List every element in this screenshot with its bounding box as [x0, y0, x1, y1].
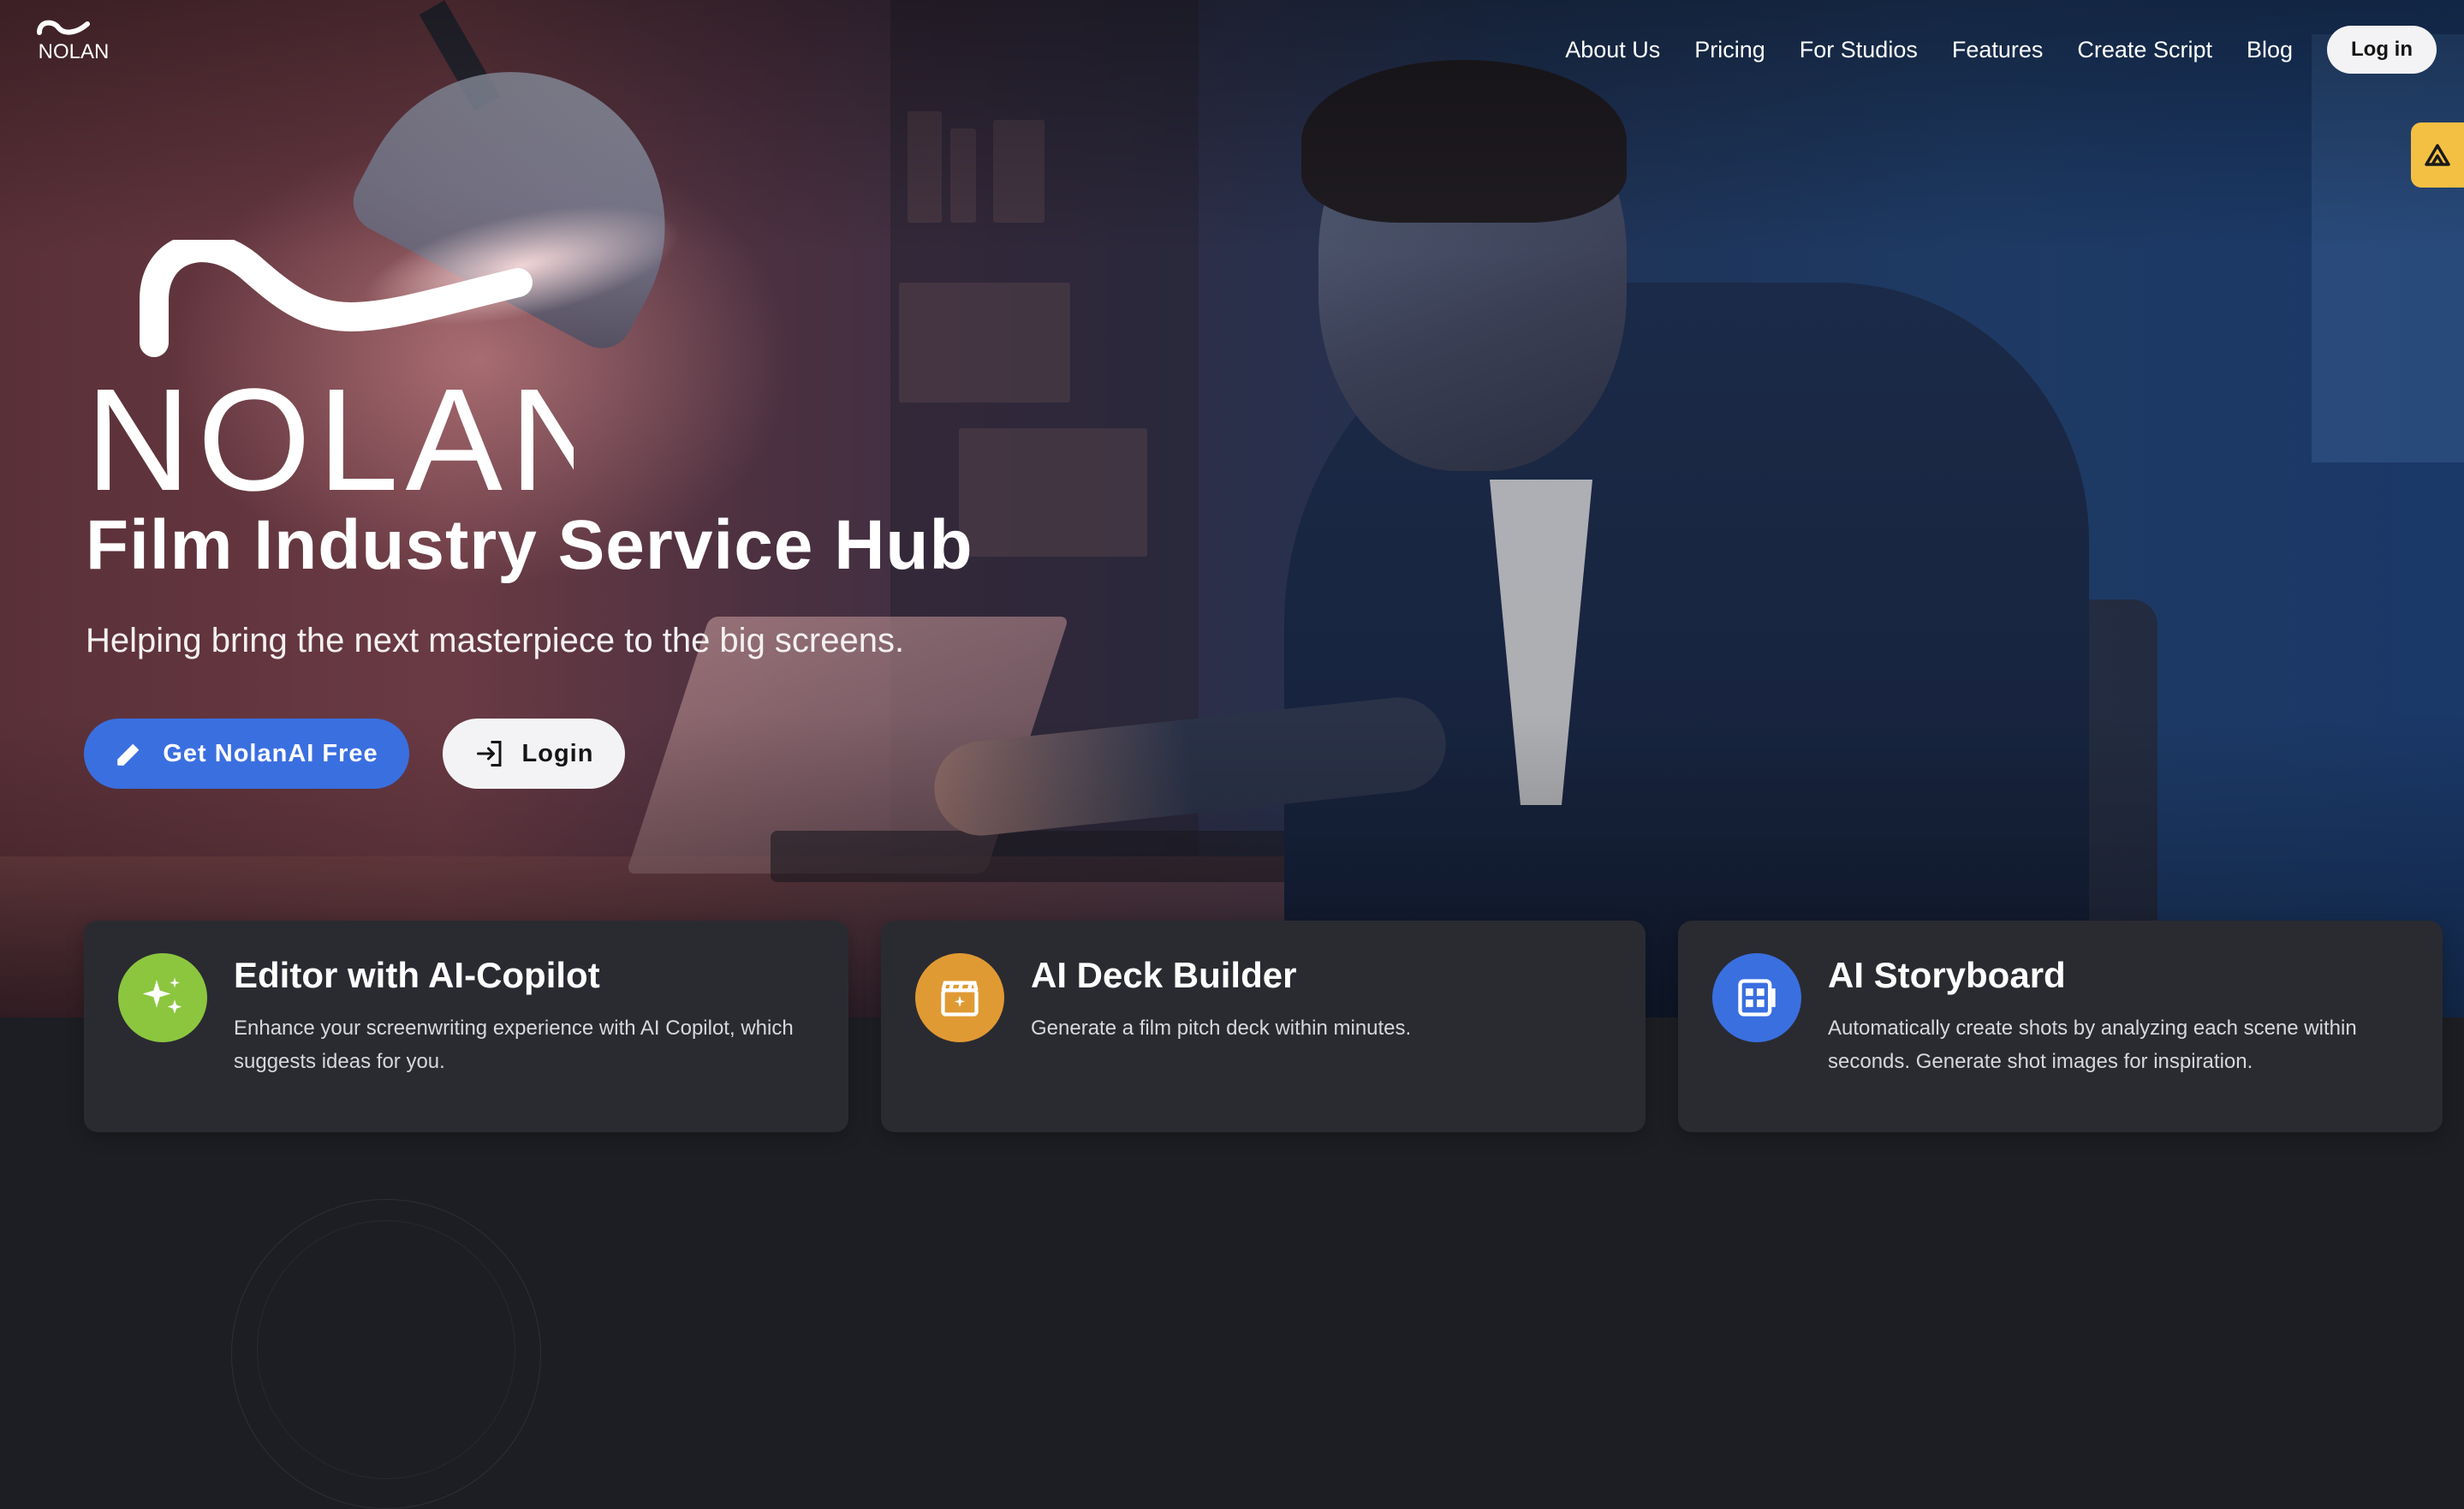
clapperboard-icon [941, 981, 979, 1017]
login-icon [476, 741, 502, 766]
nav-pricing[interactable]: Pricing [1694, 37, 1765, 63]
widget-logo-icon [2425, 144, 2450, 166]
feature-card-storyboard[interactable]: AI Storyboard Automatically create shots… [1678, 921, 2443, 1132]
feature-icon-circle [1712, 953, 1801, 1042]
login-label: Login [521, 739, 594, 767]
feature-description: Enhance your screenwriting experience wi… [234, 1017, 794, 1073]
get-nolanai-free-button[interactable]: Get NolanAI Free [84, 719, 409, 789]
nav-about-us[interactable]: About Us [1565, 37, 1660, 63]
nav-create-script[interactable]: Create Script [2077, 37, 2212, 63]
hero-logo-text: NOLAN [86, 359, 574, 497]
get-nolanai-free-label: Get NolanAI Free [163, 739, 378, 767]
feature-title: AI Storyboard [1828, 955, 2066, 995]
feature-title: Editor with AI-Copilot [234, 955, 600, 995]
top-nav: About Us Pricing For Studios Features Cr… [1565, 26, 2437, 74]
feature-card-deck-builder[interactable]: AI Deck Builder Generate a film pitch de… [881, 921, 1646, 1132]
feature-description: Generate a film pitch deck within minute… [1031, 1017, 1412, 1040]
hero-subtitle: Helping bring the next masterpiece to th… [86, 622, 905, 659]
nav-blog[interactable]: Blog [2247, 37, 2293, 63]
feature-icon-circle [118, 953, 207, 1042]
side-widget-tab[interactable] [2411, 122, 2464, 188]
nolan-logo[interactable]: NOLAN [27, 15, 120, 62]
feature-description: Automatically create shots by analyzing … [1828, 1017, 2357, 1073]
nav-login-button[interactable]: Log in [2327, 26, 2437, 74]
nav-logo-text: NOLAN [39, 40, 110, 62]
login-button[interactable]: Login [443, 719, 625, 789]
feature-title: AI Deck Builder [1031, 955, 1297, 995]
hero-title: Film Industry Service Hub [86, 506, 973, 584]
sparkles-icon [142, 977, 182, 1014]
pencil-icon [117, 744, 140, 766]
nav-features[interactable]: Features [1952, 37, 2044, 63]
nav-for-studios[interactable]: For Studios [1800, 37, 1918, 63]
decorative-ring [257, 1220, 515, 1479]
hero-nolan-logo: NOLAN [86, 240, 574, 497]
feature-icon-circle [915, 953, 1004, 1042]
feature-card-editor[interactable]: Editor with AI-Copilot Enhance your scre… [84, 921, 848, 1132]
storyboard-icon [1738, 979, 1776, 1017]
